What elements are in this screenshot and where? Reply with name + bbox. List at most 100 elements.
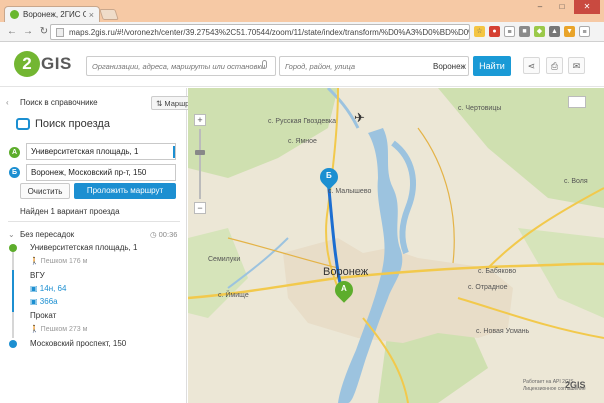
from-input-value: Университетская площадь, 1 (31, 147, 139, 156)
corner-logo: 2GIS (565, 380, 586, 390)
bus-small-icon: ▣ (30, 284, 38, 293)
step-start: Университетская площадь, 1 (30, 243, 138, 252)
forest-area (188, 88, 338, 178)
extension-icon[interactable]: ≡ (504, 26, 515, 37)
map-canvas (188, 88, 604, 403)
place-label: с. Малышево (328, 188, 372, 195)
city-value: Воронеж (433, 62, 466, 71)
step-walk-2: 🚶 Пешком 273 м (30, 325, 87, 333)
place-label: с. Ямное (288, 138, 317, 145)
clock-icon: ◷ (150, 230, 157, 239)
chrome-menu-icon[interactable]: ≡ (579, 26, 590, 37)
step-route-1[interactable]: ▣ 14н, 64 (30, 284, 66, 293)
marker-b-label: Б (326, 171, 332, 180)
step-stop: ВГУ (30, 271, 45, 280)
directory-search-link[interactable]: Поиск в справочнике (20, 98, 98, 107)
site-logo[interactable]: 2 GIS (14, 51, 72, 77)
step-route-1-text: 14н, 64 (39, 284, 67, 293)
address-bar[interactable]: maps.2gis.ru/#!/voronezh/center/39.27543… (50, 24, 470, 40)
to-input[interactable]: Воронеж, Московский пр-т, 150 (26, 164, 176, 181)
zoom-slider-track[interactable] (199, 129, 201, 199)
forward-icon[interactable]: → (20, 26, 36, 37)
step-end: Московский проспект, 150 (30, 339, 127, 348)
search-what-input[interactable] (86, 56, 276, 76)
bus-small-icon: ▣ (30, 297, 38, 306)
place-label: с. Русская Гвоздевка (268, 118, 337, 125)
print-icon[interactable]: ⎙ (546, 57, 563, 74)
new-tab-button[interactable] (99, 9, 119, 20)
zoom-slider-handle[interactable] (195, 150, 205, 155)
place-label: Семилуки (208, 256, 241, 263)
point-b-badge: Б (9, 167, 20, 178)
build-route-button[interactable]: Проложить маршрут (74, 183, 176, 199)
swap-handle[interactable] (173, 146, 175, 158)
find-button[interactable]: Найти (473, 56, 511, 76)
zoom-out-button[interactable]: − (194, 202, 206, 214)
end-point-icon (9, 340, 17, 348)
marker-a-label: A (341, 284, 347, 293)
airport-icon: ✈ (354, 110, 365, 125)
extension-icon[interactable]: ▲ (549, 26, 560, 37)
forest-area (188, 228, 248, 318)
forest-area (518, 228, 604, 318)
share-icon[interactable]: ⋖ (523, 57, 540, 74)
clear-button[interactable]: Очистить (20, 183, 70, 199)
extension-icon[interactable]: ■ (519, 26, 530, 37)
page-icon (56, 27, 64, 37)
step-transfer: Прокат (30, 311, 57, 320)
step-walk-1: 🚶 Пешком 176 м (30, 257, 87, 265)
place-label: с. Бабяково (478, 268, 517, 275)
browser-titlebar: Воронеж, 2ГИС Онлайн × – □ ✕ (0, 0, 604, 22)
bus-icon (16, 118, 30, 130)
maximize-button[interactable]: □ (552, 0, 572, 14)
from-input[interactable]: Университетская площадь, 1 (26, 143, 176, 160)
browser-tab[interactable]: Воронеж, 2ГИС Онлайн × (4, 6, 100, 22)
step-route-2[interactable]: ▣ 366а (30, 297, 58, 306)
minimize-button[interactable]: – (530, 0, 550, 14)
route-panel: ‹ Поиск в справочнике ⇅ Маршруты Поиск п… (0, 88, 204, 403)
section-title: Поиск проезда (35, 118, 110, 130)
variant-label[interactable]: Без пересадок (20, 230, 74, 239)
logo-badge: 2 (14, 51, 40, 77)
url-text: maps.2gis.ru/#!/voronezh/center/39.27543… (69, 27, 469, 37)
found-variants-text: Найден 1 вариант проезда (20, 207, 120, 216)
route-timeline-transit (12, 270, 14, 312)
place-label: с. Ймище (218, 292, 249, 299)
variant-time: ◷ 00:36 (150, 230, 177, 239)
window-close-button[interactable]: ✕ (574, 0, 600, 14)
extension-icon[interactable]: ● (489, 26, 500, 37)
point-a-badge: А (9, 147, 20, 158)
logo-text: GIS (41, 54, 72, 73)
microphone-icon[interactable] (262, 60, 267, 69)
collapse-arrow-icon[interactable]: ‹ (6, 98, 9, 107)
road (417, 127, 455, 264)
extension-icon[interactable]: ◆ (534, 26, 545, 37)
start-point-icon (9, 244, 17, 252)
layers-icon[interactable] (568, 96, 586, 108)
place-label: с. Воля (564, 178, 588, 185)
step-walk-2-text: Пешком 273 м (40, 326, 88, 333)
browser-toolbar: ← → ↻ maps.2gis.ru/#!/voronezh/center/39… (0, 22, 604, 42)
place-label: с. Новая Усмань (476, 328, 530, 335)
variant-time-value: 00:36 (158, 230, 178, 239)
step-walk-1-text: Пешком 176 м (40, 258, 88, 265)
to-input-value: Воронеж, Московский пр-т, 150 (31, 168, 147, 177)
bookmark-star-icon[interactable]: ☆ (474, 26, 485, 37)
tab-title: Воронеж, 2ГИС Онлайн (23, 10, 86, 19)
walk-icon: 🚶 (30, 258, 39, 265)
map-view[interactable]: Б A Воронеж с. Русская Гвоздевка с. Черт… (188, 88, 604, 403)
walk-icon: 🚶 (30, 326, 39, 333)
place-label: с. Чертовицы (458, 105, 502, 112)
collapse-arrow-icon[interactable]: ⌄ (8, 230, 15, 239)
place-label: с. Отрадное (468, 284, 508, 291)
zoom-in-button[interactable]: + (194, 114, 206, 126)
step-route-2-text: 366а (39, 297, 58, 306)
site-header: 2 GIS Воронеж Найти ⋖ ⎙ ✉ (0, 43, 604, 87)
extension-icon[interactable]: ▼ (564, 26, 575, 37)
city-label: Воронеж (323, 266, 369, 278)
tab-favicon-icon (10, 10, 19, 19)
feedback-icon[interactable]: ✉ (568, 57, 585, 74)
routes-tab-icon: ⇅ (156, 99, 163, 108)
back-icon[interactable]: ← (4, 26, 20, 37)
tab-close-icon[interactable]: × (89, 10, 94, 20)
